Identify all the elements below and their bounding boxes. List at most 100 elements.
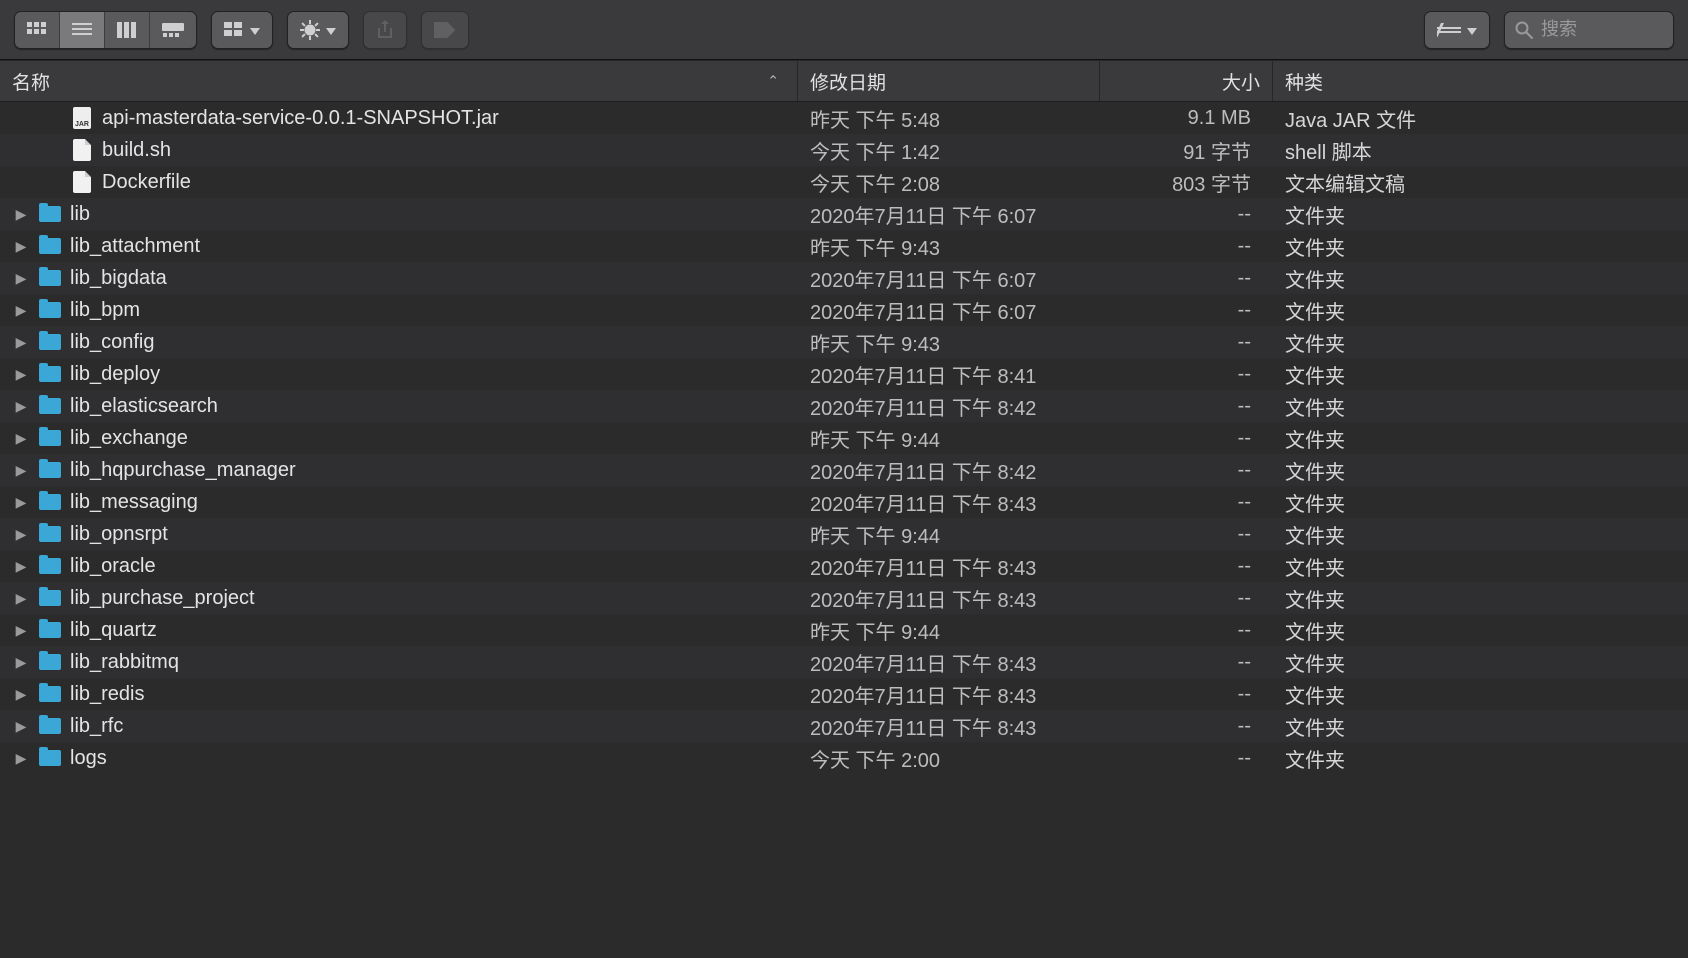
disclosure-triangle-icon[interactable]: ▶ (6, 302, 36, 319)
cell-kind: 文件夹 (1273, 584, 1688, 613)
file-name-label: lib_deploy (70, 363, 160, 386)
file-row[interactable]: ▶lib2020年7月11日 下午 6:07--文件夹 (0, 198, 1688, 230)
cell-date: 2020年7月11日 下午 8:43 (798, 584, 1100, 613)
disclosure-triangle-icon[interactable]: ▶ (6, 654, 36, 671)
file-row[interactable]: ▶lib_bigdata2020年7月11日 下午 6:07--文件夹 (0, 262, 1688, 294)
file-row[interactable]: ▶lib_purchase_project2020年7月11日 下午 8:43-… (0, 582, 1688, 614)
jar-file-icon: JAR (68, 107, 96, 129)
cell-date: 昨天 下午 9:43 (798, 232, 1100, 261)
cell-date: 2020年7月11日 下午 8:42 (798, 456, 1100, 485)
gallery-view-icon (162, 23, 184, 37)
cell-name: ▶ lib_oracle (0, 555, 798, 578)
disclosure-triangle-icon[interactable]: ▶ (6, 622, 36, 639)
cell-size: 9.1 MB (1100, 107, 1273, 130)
file-row[interactable]: ▶logs今天 下午 2:00--文件夹 (0, 742, 1688, 774)
column-header-name[interactable]: 名称 ⌃ (0, 60, 798, 101)
disclosure-triangle-icon[interactable]: ▶ (6, 206, 36, 223)
cell-date: 2020年7月11日 下午 8:42 (798, 392, 1100, 421)
cell-size: -- (1100, 491, 1273, 514)
file-row[interactable]: ▶lib_hqpurchase_manager2020年7月11日 下午 8:4… (0, 454, 1688, 486)
file-name-label: lib_oracle (70, 555, 156, 578)
cell-name: ▶ lib_rabbitmq (0, 651, 798, 674)
cell-kind: 文件夹 (1273, 712, 1688, 741)
folder-icon (36, 302, 64, 318)
disclosure-triangle-icon[interactable]: ▶ (6, 494, 36, 511)
file-row[interactable]: ▶lib_exchange昨天 下午 9:44--文件夹 (0, 422, 1688, 454)
chevron-down-icon (250, 19, 260, 41)
search-input[interactable] (1541, 19, 1641, 40)
arrange-dropdown[interactable] (211, 11, 273, 49)
file-row[interactable]: ▶lib_redis2020年7月11日 下午 8:43--文件夹 (0, 678, 1688, 710)
file-row[interactable]: ▶lib_messaging2020年7月11日 下午 8:43--文件夹 (0, 486, 1688, 518)
file-row[interactable]: ▶lib_config昨天 下午 9:43--文件夹 (0, 326, 1688, 358)
cell-size: 91 字节 (1100, 136, 1273, 165)
disclosure-triangle-icon[interactable]: ▶ (6, 718, 36, 735)
cell-kind: 文件夹 (1273, 424, 1688, 453)
folder-icon (36, 654, 64, 670)
disclosure-triangle-icon[interactable]: ▶ (6, 366, 36, 383)
cell-name: ▶ logs (0, 747, 798, 770)
file-row[interactable]: ▶lib_opnsrpt昨天 下午 9:44--文件夹 (0, 518, 1688, 550)
file-row[interactable]: ▶lib_bpm2020年7月11日 下午 6:07--文件夹 (0, 294, 1688, 326)
column-header-size[interactable]: 大小 (1100, 60, 1273, 101)
folder-icon (36, 526, 64, 542)
cell-size: -- (1100, 459, 1273, 482)
search-icon (1515, 21, 1533, 39)
share-button[interactable] (363, 11, 407, 49)
cell-kind: 文件夹 (1273, 488, 1688, 517)
tags-button[interactable] (421, 11, 469, 49)
cell-kind: 文件夹 (1273, 616, 1688, 645)
disclosure-triangle-icon[interactable]: ▶ (6, 558, 36, 575)
view-gallery-button[interactable] (150, 12, 196, 48)
file-row[interactable]: ▶lib_rabbitmq2020年7月11日 下午 8:43--文件夹 (0, 646, 1688, 678)
file-name-label: lib_rfc (70, 715, 123, 738)
disclosure-triangle-icon[interactable]: ▶ (6, 686, 36, 703)
chevron-down-icon (1467, 19, 1477, 41)
view-column-button[interactable] (105, 12, 150, 48)
cell-name: ▶ lib_bpm (0, 299, 798, 322)
file-row[interactable]: ▶lib_elasticsearch2020年7月11日 下午 8:42--文件… (0, 390, 1688, 422)
view-icon-button[interactable] (15, 12, 60, 48)
disclosure-triangle-icon[interactable]: ▶ (6, 590, 36, 607)
file-row[interactable]: ▶lib_deploy2020年7月11日 下午 8:41--文件夹 (0, 358, 1688, 390)
file-icon (68, 139, 96, 161)
disclosure-triangle-icon[interactable]: ▶ (6, 526, 36, 543)
file-row[interactable]: ▶lib_oracle2020年7月11日 下午 8:43--文件夹 (0, 550, 1688, 582)
cell-date: 昨天 下午 9:43 (798, 328, 1100, 357)
action-dropdown[interactable] (287, 11, 349, 49)
file-row[interactable]: JARapi-masterdata-service-0.0.1-SNAPSHOT… (0, 102, 1688, 134)
cell-kind: 文件夹 (1273, 744, 1688, 773)
column-header-date[interactable]: 修改日期 (798, 60, 1100, 101)
cell-kind: 文件夹 (1273, 264, 1688, 293)
file-row[interactable]: ▶lib_attachment昨天 下午 9:43--文件夹 (0, 230, 1688, 262)
file-icon (68, 171, 96, 193)
column-header-kind-label: 种类 (1285, 68, 1323, 95)
search-field[interactable] (1504, 11, 1674, 49)
column-header-kind[interactable]: 种类 (1273, 60, 1688, 101)
cell-name: ▶lib_elasticsearch (0, 395, 798, 418)
file-row[interactable]: ▶lib_rfc2020年7月11日 下午 8:43--文件夹 (0, 710, 1688, 742)
disclosure-triangle-icon[interactable]: ▶ (6, 750, 36, 767)
cell-name: ▶lib (0, 203, 798, 226)
disclosure-triangle-icon[interactable]: ▶ (6, 430, 36, 447)
disclosure-triangle-icon[interactable]: ▶ (6, 334, 36, 351)
cell-name: ▶lib_messaging (0, 491, 798, 514)
disclosure-triangle-icon[interactable]: ▶ (6, 462, 36, 479)
file-name-label: logs (70, 747, 107, 770)
folder-icon (36, 686, 64, 702)
disclosure-triangle-icon[interactable]: ▶ (6, 270, 36, 287)
cell-size: -- (1100, 747, 1273, 770)
cell-size: -- (1100, 555, 1273, 578)
cell-name: ▶ lib_deploy (0, 363, 798, 386)
folder-icon (36, 398, 64, 414)
cell-name: ▶lib_attachment (0, 235, 798, 258)
disclosure-triangle-icon[interactable]: ▶ (6, 238, 36, 255)
file-row[interactable]: Dockerfile今天 下午 2:08803 字节文本编辑文稿 (0, 166, 1688, 198)
file-name-label: lib_rabbitmq (70, 651, 179, 674)
file-name-label: lib_bpm (70, 299, 140, 322)
custom-tool-dropdown[interactable] (1424, 11, 1490, 49)
file-row[interactable]: ▶lib_quartz昨天 下午 9:44--文件夹 (0, 614, 1688, 646)
disclosure-triangle-icon[interactable]: ▶ (6, 398, 36, 415)
file-row[interactable]: build.sh今天 下午 1:4291 字节shell 脚本 (0, 134, 1688, 166)
view-list-button[interactable] (60, 12, 105, 48)
